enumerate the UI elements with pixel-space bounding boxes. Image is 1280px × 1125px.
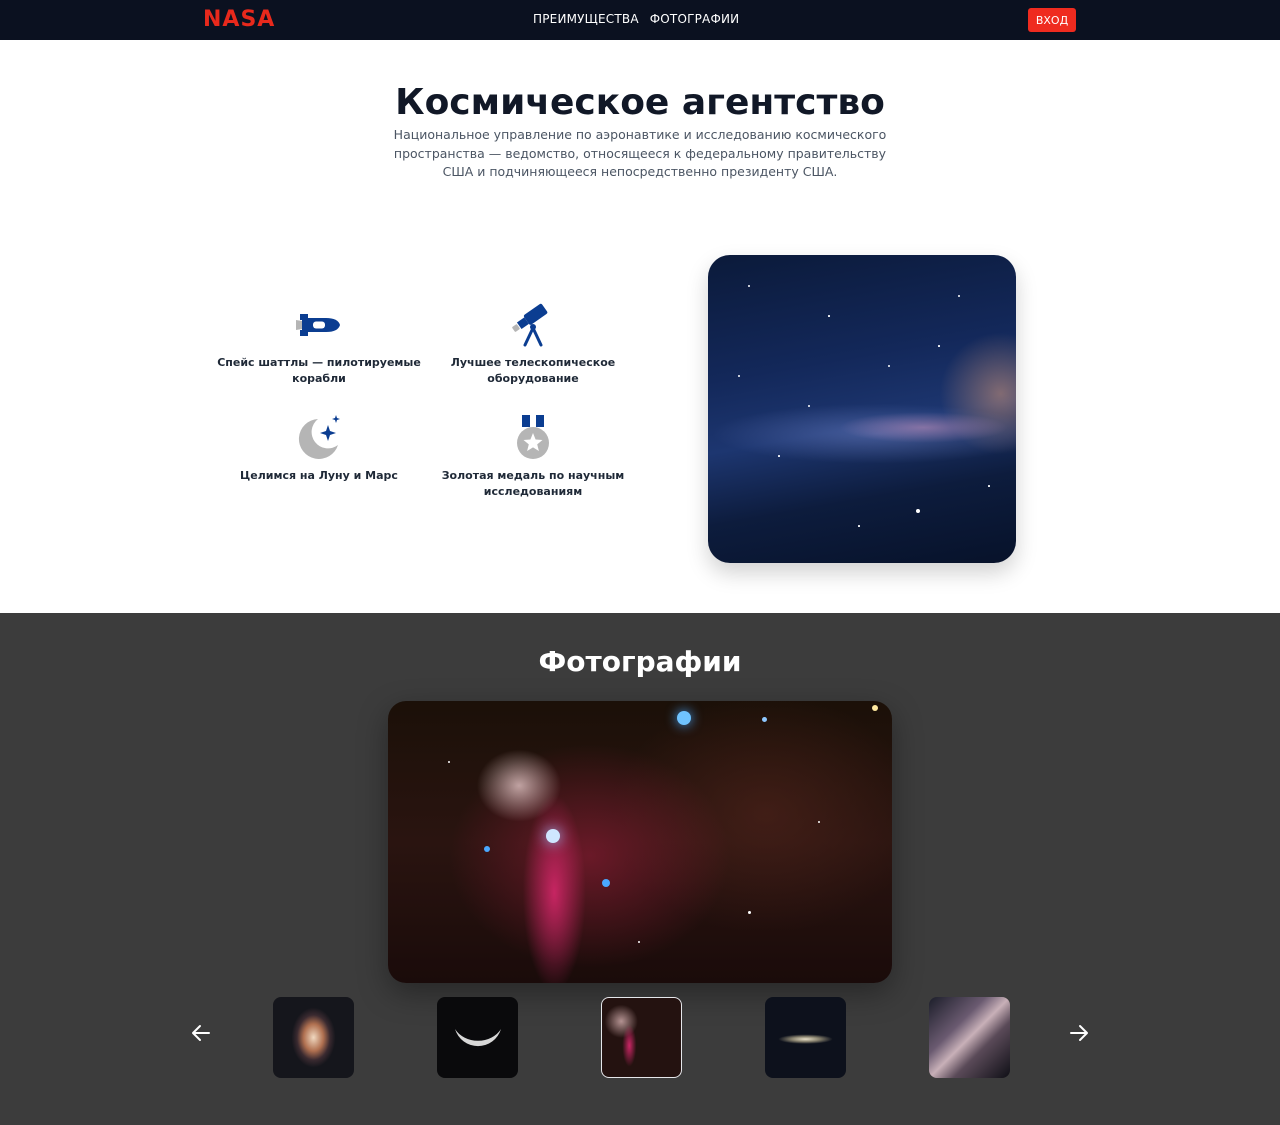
thumbnail-spiral-galaxy[interactable] (273, 997, 354, 1078)
space-shuttle-icon (214, 303, 424, 347)
feature-medal: Золотая медаль по научным исследованиям (428, 415, 638, 500)
moon-stars-icon (214, 415, 424, 460)
thumbnail-edge-on-galaxy[interactable] (765, 997, 846, 1078)
site-header: NASA ПРЕИМУЩЕСТВА ФОТОГРАФИИ ВХОД (0, 0, 1280, 40)
prev-arrow-button[interactable] (187, 1019, 215, 1047)
photos-title: Фотографии (538, 645, 742, 678)
feature-telescope: Лучшее телескопическое оборудование (428, 303, 638, 387)
milky-way-image (708, 255, 1016, 563)
feature-label: Целимся на Луну и Марс (240, 469, 398, 482)
next-arrow-button[interactable] (1065, 1019, 1093, 1047)
page-title: Космическое агентство (395, 82, 885, 123)
thumbnail-crescent-moon[interactable] (437, 997, 518, 1078)
arrow-right-icon (1070, 1025, 1088, 1041)
login-button[interactable]: ВХОД (1028, 8, 1076, 32)
photos-section: Фотографии (0, 613, 1280, 1125)
thumbnail-milky-way[interactable] (929, 997, 1010, 1078)
thumbnail-horsehead-nebula[interactable] (601, 997, 682, 1078)
feature-label: Золотая медаль по научным исследованиям (441, 469, 625, 498)
hero-description: Национальное управление по аэронавтике и… (393, 127, 887, 179)
nav-link-advantages[interactable]: ПРЕИМУЩЕСТВА (533, 12, 639, 26)
feature-moon-mars: Целимся на Луну и Марс (214, 415, 424, 484)
main-nav: ПРЕИМУЩЕСТВА ФОТОГРАФИИ (533, 12, 739, 26)
arrow-left-icon (192, 1025, 210, 1041)
feature-shuttles: Спейс шаттлы — пилотируемые корабли (214, 303, 424, 387)
feature-label: Лучшее телескопическое оборудование (450, 356, 616, 385)
nasa-logo[interactable]: NASA (203, 7, 275, 32)
medal-icon (428, 415, 638, 460)
telescope-icon (428, 303, 638, 347)
nav-link-photos[interactable]: ФОТОГРАФИИ (650, 12, 740, 26)
feature-label: Спейс шаттлы — пилотируемые корабли (217, 356, 421, 385)
main-photo (388, 701, 892, 983)
